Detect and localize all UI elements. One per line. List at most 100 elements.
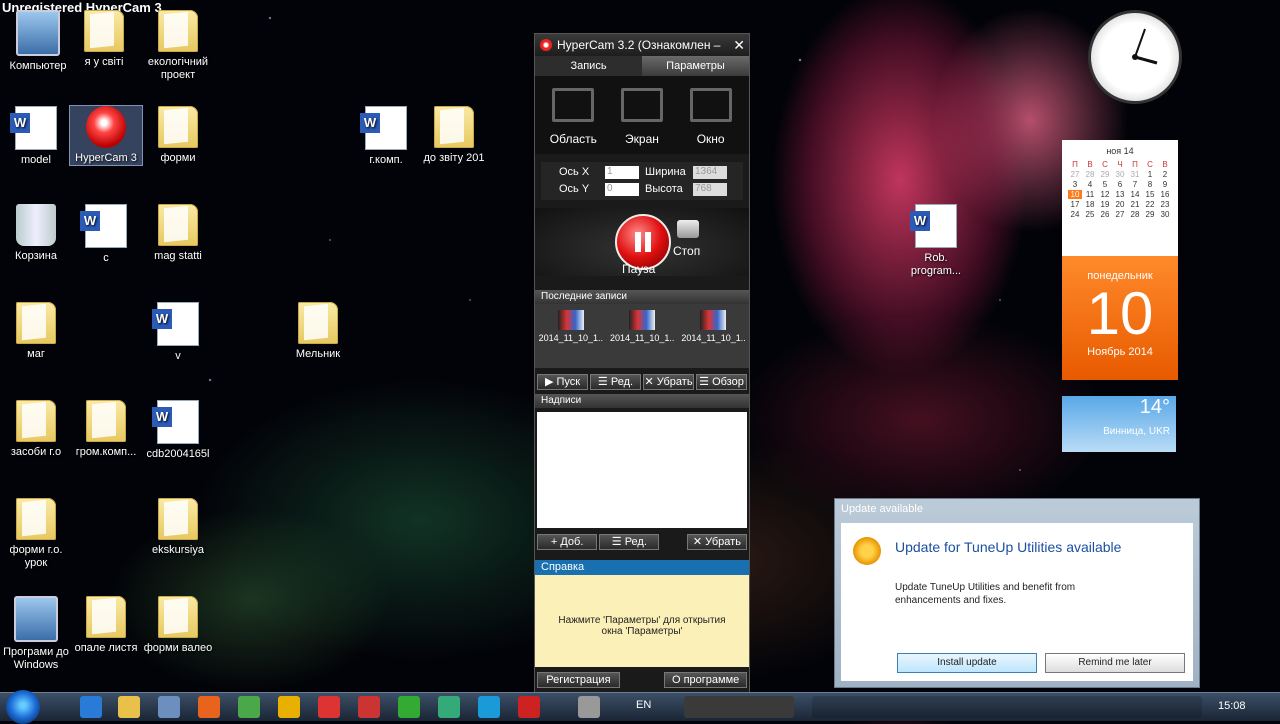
calendar-day-cell[interactable]: 11: [1083, 190, 1097, 199]
notes-list[interactable]: [537, 412, 747, 528]
desktop-icon[interactable]: форми г.о. урок: [0, 498, 72, 570]
calendar-day-cell[interactable]: 2: [1158, 170, 1172, 179]
mode-window-button[interactable]: Окно: [681, 88, 741, 150]
start-button[interactable]: [6, 690, 40, 724]
mode-screen-button[interactable]: Экран: [612, 88, 672, 150]
close-button[interactable]: ✕: [733, 34, 745, 56]
yandex-icon[interactable]: [358, 696, 380, 718]
recent-item[interactable]: 2014_11_10_1...: [610, 310, 674, 368]
desktop-icon[interactable]: засоби г.о: [0, 400, 72, 459]
desktop-icon[interactable]: Мельник: [282, 302, 354, 361]
calendar-day-cell[interactable]: 17: [1068, 200, 1082, 209]
desktop-icon[interactable]: Компьютер: [2, 10, 74, 73]
app-icon[interactable]: [578, 696, 600, 718]
calendar-day-cell[interactable]: 27: [1113, 210, 1127, 219]
remove-note-button[interactable]: ✕ Убрать: [686, 534, 747, 550]
update-popup[interactable]: Update available Update for TuneUp Utili…: [834, 498, 1200, 688]
calendar-day-cell[interactable]: 30: [1158, 210, 1172, 219]
calendar-day-cell[interactable]: 13: [1113, 190, 1127, 199]
calendar-day-cell[interactable]: 18: [1083, 200, 1097, 209]
clock-time[interactable]: 15:08: [1218, 700, 1246, 712]
desktop-icon[interactable]: cdb2004165l: [142, 400, 214, 461]
desktop-icon[interactable]: mag statti: [142, 204, 214, 263]
chrome-icon[interactable]: [238, 696, 260, 718]
register-button[interactable]: Регистрация: [537, 672, 620, 688]
calendar-day-cell[interactable]: 8: [1143, 180, 1157, 189]
calendar-day-cell[interactable]: 20: [1113, 200, 1127, 209]
desktop-icon[interactable]: я у світі: [68, 10, 140, 69]
desktop-icon[interactable]: ekskursiya: [142, 498, 214, 557]
calendar-day-cell[interactable]: 16: [1158, 190, 1172, 199]
calendar-day-cell[interactable]: 31: [1128, 170, 1142, 179]
calendar-day-cell[interactable]: 9: [1158, 180, 1172, 189]
desktop-icon[interactable]: гром.комп...: [70, 400, 142, 459]
hypercam-window[interactable]: HyperCam 3.2 (Ознакомлен – ✕ Запись Пара…: [534, 33, 750, 699]
desktop-icon[interactable]: Rob. program...: [900, 204, 972, 278]
install-update-button[interactable]: Install update: [897, 653, 1037, 673]
desktop-icon[interactable]: екологічний проект: [142, 10, 214, 82]
desktop-icon[interactable]: маг: [0, 302, 72, 361]
desktop-icon[interactable]: до звіту 201: [418, 106, 490, 165]
media-icon[interactable]: [158, 696, 180, 718]
desktop-icon[interactable]: model: [0, 106, 72, 167]
desktop-icon[interactable]: г.комп.: [350, 106, 422, 167]
calendar-day-cell[interactable]: 19: [1098, 200, 1112, 209]
edit-button[interactable]: ☰ Ред.: [590, 374, 641, 390]
tab-record[interactable]: Запись: [535, 56, 642, 76]
app-icon[interactable]: [398, 696, 420, 718]
axis-y-input[interactable]: 0: [605, 183, 639, 196]
recent-item[interactable]: 2014_11_10_1...: [539, 310, 603, 368]
recent-item[interactable]: 2014_11_10_1...: [681, 310, 745, 368]
skype-icon[interactable]: [478, 696, 500, 718]
desktop-icon[interactable]: HyperCam 3: [69, 105, 143, 166]
calendar-day-cell[interactable]: 29: [1143, 210, 1157, 219]
desktop-icon[interactable]: v: [142, 302, 214, 363]
calendar-day-cell[interactable]: 22: [1143, 200, 1157, 209]
hypercam-taskbar-icon[interactable]: [518, 696, 540, 718]
weather-gadget[interactable]: 14° Винница, UKR: [1062, 396, 1176, 452]
hypercam-mini-controls[interactable]: [684, 696, 794, 718]
calendar-gadget[interactable]: ноя 14 П В С Ч П С В 27 28 29 30 31 1 2 3 4 5 6 7 8 9 10 11 12 1…: [1062, 140, 1178, 380]
calendar-day-cell[interactable]: 10: [1068, 190, 1082, 199]
calendar-day-cell[interactable]: 25: [1083, 210, 1097, 219]
calendar-day-cell[interactable]: 5: [1098, 180, 1112, 189]
calendar-day-cell[interactable]: 3: [1068, 180, 1082, 189]
desktop-icon[interactable]: опале листя: [70, 596, 142, 655]
ie-icon[interactable]: [80, 696, 102, 718]
desktop-icon[interactable]: форми валео: [142, 596, 214, 655]
calendar-day-cell[interactable]: 23: [1158, 200, 1172, 209]
width-input[interactable]: 1364: [693, 166, 727, 179]
desktop-icon[interactable]: с: [70, 204, 142, 265]
calendar-day-cell[interactable]: 1: [1143, 170, 1157, 179]
add-note-button[interactable]: + Доб.: [537, 534, 598, 550]
calendar-day-cell[interactable]: 27: [1068, 170, 1082, 179]
language-indicator[interactable]: EN: [636, 699, 651, 711]
desktop-icon[interactable]: Корзина: [0, 204, 72, 263]
play-button[interactable]: ▶ Пуск: [537, 374, 588, 390]
desktop-icon[interactable]: форми: [142, 106, 214, 165]
calendar-day-cell[interactable]: 28: [1083, 170, 1097, 179]
calendar-day-cell[interactable]: 12: [1098, 190, 1112, 199]
calendar-day-cell[interactable]: 15: [1143, 190, 1157, 199]
mode-area-button[interactable]: Область: [543, 88, 603, 150]
browse-button[interactable]: ☰ Обзор: [696, 374, 747, 390]
calendar-day-cell[interactable]: 30: [1113, 170, 1127, 179]
calendar-day-cell[interactable]: 26: [1098, 210, 1112, 219]
calendar-day-cell[interactable]: 7: [1128, 180, 1142, 189]
app-icon[interactable]: [278, 696, 300, 718]
about-button[interactable]: О программе: [664, 672, 747, 688]
calendar-day-cell[interactable]: 28: [1128, 210, 1142, 219]
remove-button[interactable]: ✕ Убрать: [643, 374, 694, 390]
clock-gadget[interactable]: [1088, 10, 1182, 104]
edit-note-button[interactable]: ☰ Ред.: [599, 534, 660, 550]
opera-icon[interactable]: [318, 696, 340, 718]
hypercam-titlebar[interactable]: HyperCam 3.2 (Ознакомлен – ✕: [535, 34, 749, 56]
calendar-day-cell[interactable]: 14: [1128, 190, 1142, 199]
calendar-day-cell[interactable]: 24: [1068, 210, 1082, 219]
app-icon[interactable]: [198, 696, 220, 718]
calendar-day-cell[interactable]: 4: [1083, 180, 1097, 189]
stop-button[interactable]: [677, 220, 699, 238]
calendar-day-cell[interactable]: 29: [1098, 170, 1112, 179]
tray-icons[interactable]: [812, 696, 1202, 718]
explorer-icon[interactable]: [118, 696, 140, 718]
